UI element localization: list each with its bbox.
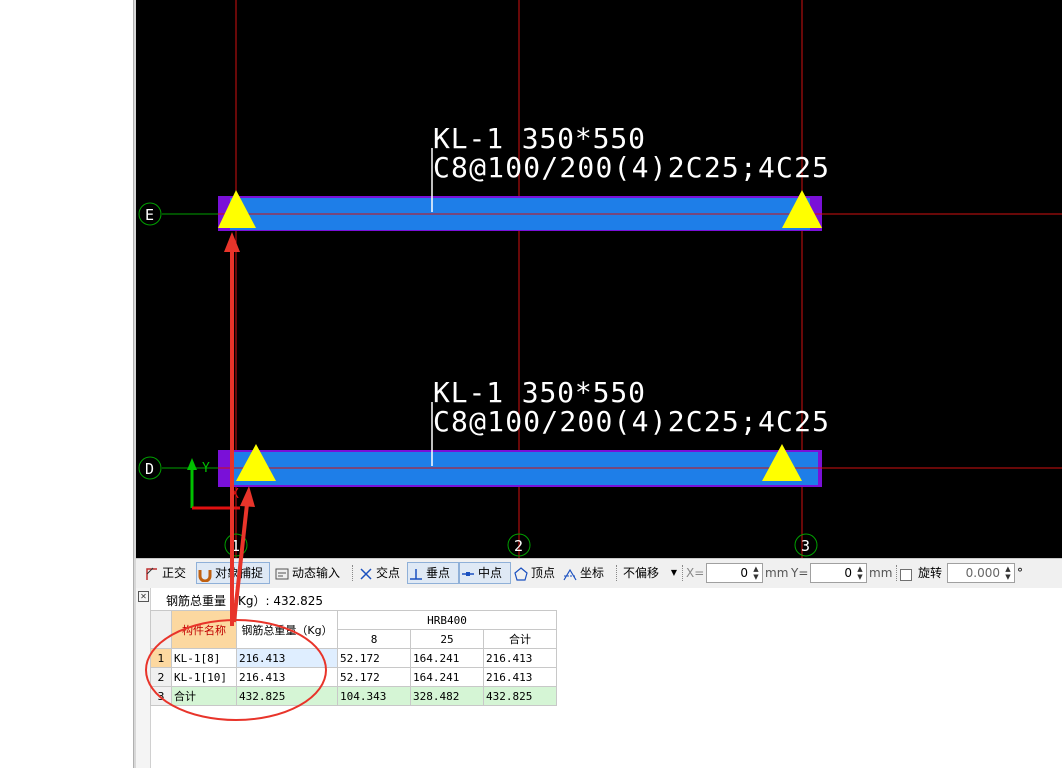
cell-diameter-8[interactable]: 52.172 [337, 667, 411, 687]
orthogonal-label: 正交 [162, 566, 187, 580]
report-side-strip [136, 588, 151, 768]
cell-subtotal[interactable]: 216.413 [483, 648, 557, 668]
chevron-down-icon: ▼ [670, 568, 677, 577]
row-number: 2 [150, 667, 172, 687]
vertex-snap-button[interactable]: 顶点 [513, 563, 555, 583]
rotate-value: 0.000 [965, 566, 1000, 580]
ucs-y-label: Y [202, 461, 210, 476]
cell-diameter-25[interactable]: 164.241 [410, 667, 484, 687]
header-subtotal[interactable]: 合计 [483, 629, 557, 649]
toolbar-separator [352, 565, 354, 581]
coordinate-snap-button[interactable]: 坐标 [562, 563, 604, 583]
row-number: 3 [150, 686, 172, 706]
cell-diameter-25[interactable]: 328.482 [410, 686, 484, 706]
dynamic-input-icon [275, 568, 289, 579]
rotate-checkbox[interactable] [900, 569, 912, 581]
perpendicular-snap-button[interactable]: 垂点 [407, 562, 459, 584]
intersection-icon [360, 567, 372, 580]
drawing-svg: KL-1 350*550 C8@100/200(4)2C25;4C25 KL-1… [138, 0, 1062, 558]
midpoint-icon [462, 571, 474, 576]
axis-label-3: 3 [801, 537, 810, 555]
y-unit: mm [869, 566, 893, 580]
toolbar-separator [616, 565, 618, 581]
degree-symbol: ° [1017, 566, 1023, 580]
perpendicular-icon [410, 568, 422, 580]
object-snap-label: 对象捕捉 [215, 566, 264, 580]
table-row[interactable]: 2 KL-1[10] 216.413 52.172 164.241 216.41… [150, 667, 557, 687]
object-snap-button[interactable]: 对象捕捉 [196, 562, 270, 584]
row-number: 1 [150, 648, 172, 668]
midpoint-snap-button[interactable]: 中点 [459, 562, 511, 584]
orthogonal-icon [146, 567, 157, 580]
rotate-input[interactable]: 0.000 ▲ ▼ [947, 563, 1015, 583]
drawing-canvas[interactable]: KL-1 350*550 C8@100/200(4)2C25;4C25 KL-1… [136, 0, 1062, 558]
midpoint-label: 中点 [478, 566, 503, 580]
cell-diameter-8[interactable]: 104.343 [337, 686, 411, 706]
header-component-name[interactable]: 构件名称 [171, 610, 237, 649]
rebar-total-weight-title: 钢筋总重量（Kg）: 432.825 [166, 594, 323, 608]
axis-label-d: D [145, 460, 154, 478]
x-coordinate-value: 0 [740, 566, 748, 580]
rotate-spinner-icon[interactable]: ▲ ▼ [1003, 565, 1013, 581]
vertex-label: 顶点 [531, 566, 556, 580]
axis-label-2: 2 [514, 537, 523, 555]
coordinate-label: 坐标 [580, 566, 605, 580]
orthogonal-button[interactable]: 正交 [144, 563, 186, 583]
left-panel [0, 0, 134, 768]
close-panel-icon[interactable]: ✕ [138, 591, 149, 602]
table-corner [150, 610, 172, 649]
x-unit: mm [765, 566, 789, 580]
cell-component-name[interactable]: KL-1[10] [171, 667, 237, 687]
toolbar-separator [682, 565, 684, 581]
cell-subtotal[interactable]: 216.413 [483, 667, 557, 687]
header-diameter-8[interactable]: 8 [337, 629, 411, 649]
rebar-weight-table: 构件名称 钢筋总重量（Kg） HRB400 8 25 合计 1 KL-1[8] … [150, 610, 557, 706]
offset-mode-value: 不偏移 [623, 566, 660, 580]
table-header-row: 构件名称 钢筋总重量（Kg） HRB400 [150, 610, 557, 649]
offset-mode-select[interactable]: 不偏移 ▼ [623, 563, 681, 583]
intersection-label: 交点 [376, 566, 401, 580]
ucs-y-arrow [187, 458, 197, 470]
cell-diameter-8[interactable]: 52.172 [337, 648, 411, 668]
intersection-snap-button[interactable]: 交点 [358, 563, 400, 583]
magnet-icon [198, 569, 212, 582]
vertex-icon [514, 566, 528, 581]
rotate-label: 旋转 [918, 566, 943, 580]
ucs-x-label: X [231, 487, 239, 502]
table-row[interactable]: 1 KL-1[8] 216.413 52.172 164.241 216.413 [150, 648, 557, 668]
cell-diameter-25[interactable]: 164.241 [410, 648, 484, 668]
axis-label-e: E [145, 206, 154, 224]
y-coordinate-input[interactable]: 0 ▲ ▼ [810, 563, 867, 583]
header-diameter-25[interactable]: 25 [410, 629, 484, 649]
axis-label-1: 1 [231, 537, 240, 555]
beam-label-bottom-line2: C8@100/200(4)2C25;4C25 [433, 405, 829, 438]
cell-subtotal[interactable]: 432.825 [483, 686, 557, 706]
y-spinner-icon[interactable]: ▲ ▼ [855, 565, 865, 581]
dynamic-input-button[interactable]: 动态输入 [274, 563, 340, 583]
header-total-weight[interactable]: 钢筋总重量（Kg） [236, 610, 338, 649]
cell-component-name[interactable]: 合计 [171, 686, 237, 706]
rebar-report-panel: ✕ 钢筋总重量（Kg）: 432.825 构件名称 钢筋总重量（Kg） HRB4… [136, 588, 1062, 768]
y-label: Y= [791, 566, 809, 580]
cell-total-weight[interactable]: 432.825 [236, 686, 338, 706]
coordinate-icon [563, 568, 577, 580]
x-label: X= [686, 566, 705, 580]
cell-total-weight[interactable]: 216.413 [236, 648, 338, 668]
x-coordinate-input[interactable]: 0 ▲ ▼ [706, 563, 763, 583]
dynamic-input-label: 动态输入 [292, 566, 341, 580]
perpendicular-label: 垂点 [426, 566, 451, 580]
x-spinner-icon[interactable]: ▲ ▼ [751, 565, 761, 581]
cell-total-weight[interactable]: 216.413 [236, 667, 338, 687]
toolbar-separator [896, 565, 898, 581]
y-coordinate-value: 0 [844, 566, 852, 580]
header-steel-grade[interactable]: HRB400 [337, 610, 557, 630]
table-total-row[interactable]: 3 合计 432.825 104.343 328.482 432.825 [150, 686, 557, 706]
cell-component-name[interactable]: KL-1[8] [171, 648, 237, 668]
beam-label-top-line2: C8@100/200(4)2C25;4C25 [433, 151, 829, 184]
snap-toolbar: 正交 对象捕捉 动态输入 交点 垂点 中点 顶点 坐标 不偏移 ▼ X= 0 ▲… [136, 558, 1062, 590]
